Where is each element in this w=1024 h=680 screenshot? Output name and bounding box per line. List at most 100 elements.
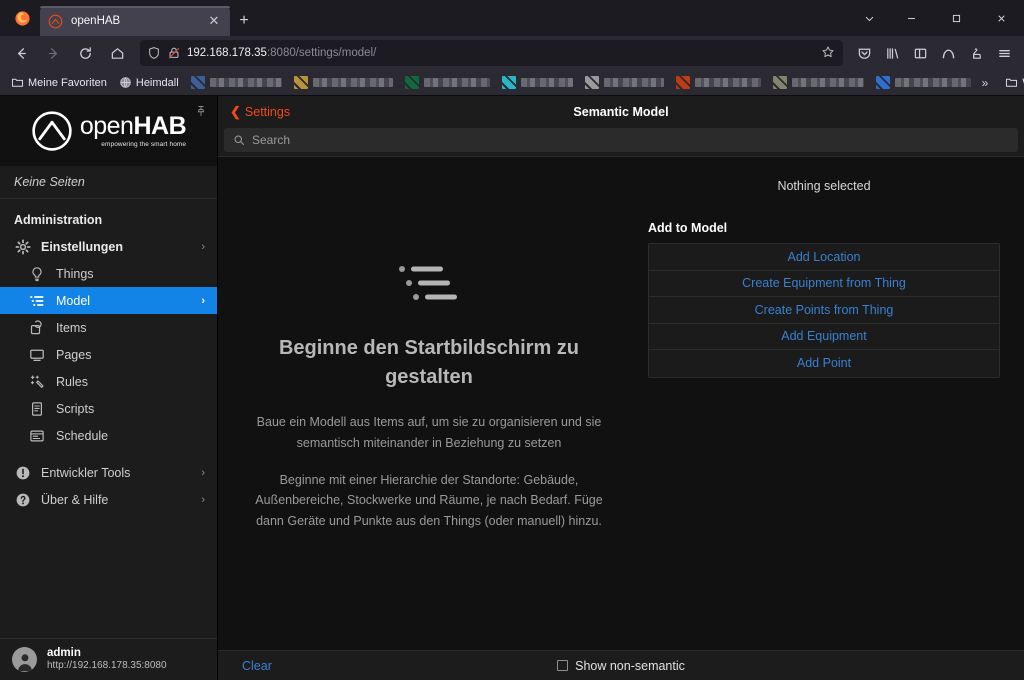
bookmark-label	[694, 78, 761, 87]
schedule-icon	[28, 427, 45, 444]
shield-icon[interactable]	[147, 46, 161, 60]
bookmark-item[interactable]	[497, 74, 578, 91]
sidebar-item-ber-hilfe[interactable]: Über & Hilfe ›	[0, 486, 217, 513]
list-tree-icon	[28, 292, 45, 309]
bookmark-label: Meine Favoriten	[28, 76, 107, 89]
star-icon[interactable]	[820, 45, 836, 62]
clear-button[interactable]: Clear	[242, 659, 272, 673]
chevron-down-icon[interactable]	[849, 0, 889, 36]
sidebar-section-administration: Administration	[14, 213, 103, 227]
model-footer: Clear Show non-semantic	[218, 650, 1024, 680]
sidebar-item-entwickler-tools[interactable]: Entwickler Tools ›	[0, 459, 217, 486]
openhab-icon[interactable]	[935, 39, 962, 67]
sidebar-item-label: Scripts	[56, 401, 95, 416]
bookmark-label	[209, 78, 282, 87]
site-icon	[404, 76, 419, 89]
search-icon	[234, 135, 245, 146]
window-controls	[849, 0, 1024, 36]
action-add-point[interactable]: Add Point	[649, 350, 999, 377]
action-add-location[interactable]: Add Location	[649, 244, 999, 271]
other-bookmarks-folder[interactable]: Weitere Lesezeichen	[1000, 74, 1024, 91]
sidebar-item-schedule[interactable]: Schedule	[0, 422, 217, 449]
home-button[interactable]	[102, 39, 132, 67]
sidebar-item-rules[interactable]: Rules	[0, 368, 217, 395]
sidebar-item-label: Entwickler Tools	[41, 465, 131, 480]
new-tab-button[interactable]: +	[230, 6, 258, 36]
chevron-double-right-icon[interactable]: »	[978, 76, 993, 90]
page-toolbar: ❮ Settings Semantic Model	[218, 96, 1024, 128]
action-create-points-from-thing[interactable]: Create Points from Thing	[649, 297, 999, 324]
site-icon	[675, 76, 690, 89]
site-icon	[501, 76, 516, 89]
url-text: 192.168.178.35:8080/settings/model/	[187, 47, 814, 59]
hamburger-menu-icon[interactable]	[991, 39, 1018, 67]
pocket-icon[interactable]	[851, 39, 878, 67]
chevron-right-icon: ›	[201, 240, 205, 253]
sidebar-nav: Einstellungen › Things Model › Items Pages Rule…	[0, 233, 217, 449]
maximize-button[interactable]	[934, 0, 979, 36]
user-name: admin	[47, 647, 81, 660]
sidebar-item-label: Items	[56, 320, 87, 335]
back-button[interactable]	[6, 39, 36, 67]
user-server-url: http://192.168.178.35:8080	[47, 660, 167, 672]
sidebar-item-scripts[interactable]: Scripts	[0, 395, 217, 422]
action-create-equipment-from-thing[interactable]: Create Equipment from Thing	[649, 271, 999, 297]
bookmark-item[interactable]	[400, 74, 495, 91]
library-icon[interactable]	[879, 39, 906, 67]
question-circle-icon	[14, 491, 31, 508]
url-bar[interactable]: 192.168.178.35:8080/settings/model/	[140, 40, 843, 66]
bookmark-label: Heimdall	[135, 76, 179, 89]
sidebar-item-things[interactable]: Things	[0, 260, 217, 287]
account-icon[interactable]	[963, 39, 990, 67]
sidebar-user[interactable]: admin http://192.168.178.35:8080	[0, 638, 217, 680]
reload-button[interactable]	[70, 39, 100, 67]
sidebar-item-label: Model	[56, 293, 91, 308]
no-pages-label: Keine Seiten	[0, 166, 217, 199]
sidebar-item-label: Pages	[56, 347, 92, 362]
site-icon	[293, 76, 308, 89]
chevron-right-icon: ›	[201, 466, 205, 479]
toolbar-icons	[851, 39, 1018, 67]
bookmarks-overflow: » Weitere Lesezeichen	[978, 74, 1024, 91]
pin-icon[interactable]	[195, 104, 207, 122]
url-path: :8080/settings/model/	[266, 47, 377, 59]
openhab-icon	[48, 14, 63, 29]
bookmark-item[interactable]	[671, 74, 766, 91]
tab-strip: openHAB ✕ +	[0, 0, 1024, 36]
sidebar-icon[interactable]	[907, 39, 934, 67]
main-panel: ❮ Settings Semantic Model Search Beginne…	[218, 96, 1024, 680]
bookmark-item[interactable]	[580, 74, 669, 91]
close-icon[interactable]: ✕	[206, 13, 222, 29]
bookmark-item[interactable]	[289, 74, 398, 91]
bookmark-item[interactable]: Meine Favoriten	[6, 74, 112, 91]
redacted-bookmarks-group	[186, 74, 976, 91]
sidebar-item-items[interactable]: Items	[0, 314, 217, 341]
sidebar-item-pages[interactable]: Pages	[0, 341, 217, 368]
action-add-equipment[interactable]: Add Equipment	[649, 324, 999, 350]
show-non-semantic-toggle[interactable]: Show non-semantic	[218, 659, 1024, 673]
sidebar-item-einstellungen[interactable]: Einstellungen ›	[0, 233, 217, 260]
hierarchy-list-icon	[397, 259, 461, 312]
back-to-settings-link[interactable]: ❮ Settings	[230, 104, 290, 120]
globe-icon	[119, 76, 132, 89]
bookmark-item[interactable]	[871, 74, 976, 91]
minimize-button[interactable]	[889, 0, 934, 36]
sidebar-item-model[interactable]: Model ›	[0, 287, 217, 314]
forward-button[interactable]	[38, 39, 68, 67]
folder-icon	[1005, 76, 1018, 89]
openhab-logo[interactable]: openHAB empowering the smart home	[0, 96, 217, 166]
browser-tab[interactable]: openHAB ✕	[40, 6, 230, 36]
bookmark-label	[312, 78, 393, 87]
model-body: Beginne den Startbildschirm zu gestalten…	[218, 156, 1024, 650]
nothing-selected-label: Nothing selected	[777, 179, 871, 193]
show-non-semantic-checkbox[interactable]	[557, 660, 569, 671]
close-window-button[interactable]	[979, 0, 1024, 36]
bookmark-item[interactable]	[768, 74, 869, 91]
gear-icon	[14, 238, 31, 255]
lock-crossed-out-icon[interactable]	[167, 46, 181, 60]
bookmark-item[interactable]	[186, 74, 287, 91]
magic-wand-icon	[28, 373, 45, 390]
search-input[interactable]: Search	[224, 128, 1018, 152]
bookmark-label	[423, 78, 490, 87]
bookmark-item[interactable]: Heimdall	[114, 74, 184, 91]
